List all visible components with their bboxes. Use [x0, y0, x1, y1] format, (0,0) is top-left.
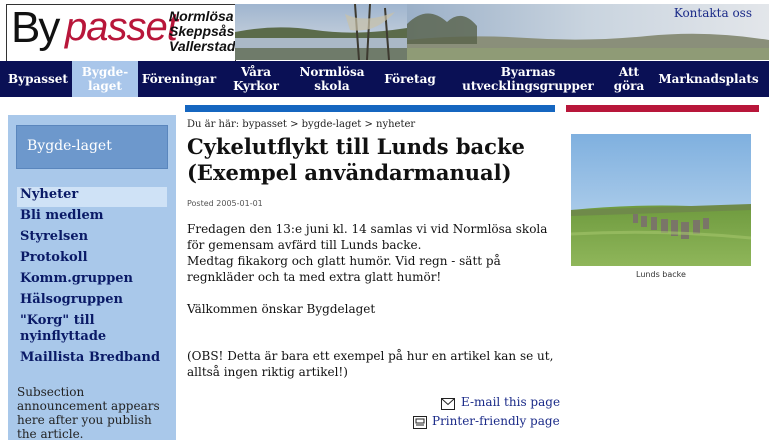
nav-item-label: Företag — [384, 72, 436, 86]
nav-item-label: Våra — [240, 65, 272, 79]
nav-item-label: Bygde- — [81, 65, 129, 79]
nav-item-normlosa-skola[interactable]: Normlösa skola — [292, 61, 372, 97]
nav-item-label: göra — [613, 79, 645, 93]
article-title: Cykelutflykt till Lunds backe (Exempel a… — [187, 134, 525, 185]
village-name: Normlösa — [169, 8, 234, 24]
nav-item-label: Att — [618, 65, 640, 79]
nav-item-foretag[interactable]: Företag — [372, 61, 448, 97]
main-navigation: Bypasset Bygde- laget Föreningar Våra Ky… — [0, 61, 769, 97]
nav-item-label: skola — [314, 79, 350, 93]
article-paragraph: Fredagen den 13:e juni kl. 14 samlas vi … — [187, 222, 548, 252]
article-photo — [571, 134, 751, 266]
sidebar-announcement: Subsection announcement appears here aft… — [17, 385, 160, 441]
nav-item-label: Normlösa — [299, 65, 365, 79]
logo-village-names: Normlösa Skeppsås Vallerstad — [169, 9, 235, 54]
site-logo[interactable]: By passet Normlösa Skeppsås Vallerstad — [6, 3, 236, 62]
sidebar-item-komm-gruppen[interactable]: Komm.gruppen — [17, 271, 167, 291]
header-photo-lake — [235, 4, 407, 60]
sidebar-item-styrelsen[interactable]: Styrelsen — [17, 229, 167, 249]
nav-item-att-gora[interactable]: Att göra — [608, 61, 650, 97]
nav-item-label: Marknadsplats — [658, 72, 759, 86]
right-accent-bar — [566, 105, 759, 112]
sidebar-item-protokoll[interactable]: Protokoll — [17, 250, 167, 270]
email-page-link[interactable]: E-mail this page — [461, 395, 560, 409]
printer-friendly-link[interactable]: Printer-friendly page — [432, 414, 560, 428]
article-paragraph: Medtag fikakorg och glatt humör. Vid reg… — [187, 254, 501, 284]
village-name: Vallerstad — [169, 38, 236, 54]
nav-item-vara-kyrkor[interactable]: Våra Kyrkor — [220, 61, 292, 97]
content-accent-bar — [185, 105, 555, 112]
nav-item-bygde-laget[interactable]: Bygde- laget — [72, 61, 138, 97]
nav-item-label: utvecklingsgrupper — [462, 79, 594, 93]
sidebar-title: Bygde-laget — [27, 138, 112, 154]
logo-by-text: By — [11, 3, 60, 52]
nav-item-label: Byarnas — [500, 65, 556, 79]
sidebar: Bygde-laget Nyheter Bli medlem Styrelsen… — [8, 115, 176, 441]
article-body: Fredagen den 13:e juni kl. 14 samlas vi … — [187, 221, 562, 317]
site-header: By passet Normlösa Skeppsås Vallerstad K… — [0, 0, 769, 62]
sidebar-item-bli-medlem[interactable]: Bli medlem — [17, 208, 167, 228]
village-name: Skeppsås — [169, 23, 235, 39]
breadcrumb[interactable]: Du är här: bypasset > bygde-laget > nyhe… — [187, 119, 415, 130]
nav-item-label: Bypasset — [8, 72, 68, 86]
photo-caption: Lunds backe — [636, 270, 686, 279]
nav-item-byarnas-utvecklingsgrupper[interactable]: Byarnas utvecklingsgrupper — [448, 61, 608, 97]
nav-item-foreningar[interactable]: Föreningar — [138, 61, 220, 97]
article-signoff: Välkommen önskar Bygdelaget — [187, 302, 376, 316]
sidebar-item-maillista-bredband[interactable]: Maillista Bredband — [17, 350, 167, 370]
sidebar-item-nyheter[interactable]: Nyheter — [17, 187, 167, 207]
printer-icon[interactable] — [413, 414, 427, 429]
nav-item-bypasset[interactable]: Bypasset — [4, 61, 72, 97]
sidebar-item-halsogruppen[interactable]: Hälsogruppen — [17, 292, 167, 312]
nav-item-marknadsplats[interactable]: Marknadsplats — [650, 61, 767, 97]
posted-date: Posted 2005-01-01 — [187, 199, 263, 208]
nav-item-label: Kyrkor — [233, 79, 279, 93]
envelope-icon[interactable] — [441, 395, 455, 410]
sidebar-item-korg-line2[interactable]: nyinflyttade — [17, 329, 167, 349]
logo-passet-text: passet — [65, 5, 178, 49]
sidebar-title-box: Bygde-laget — [16, 125, 168, 169]
article-note: (OBS! Detta är bara ett exempel på hur e… — [187, 349, 554, 379]
nav-item-label: laget — [88, 79, 122, 93]
contact-link[interactable]: Kontakta oss — [674, 6, 752, 20]
nav-item-label: Föreningar — [141, 72, 217, 86]
